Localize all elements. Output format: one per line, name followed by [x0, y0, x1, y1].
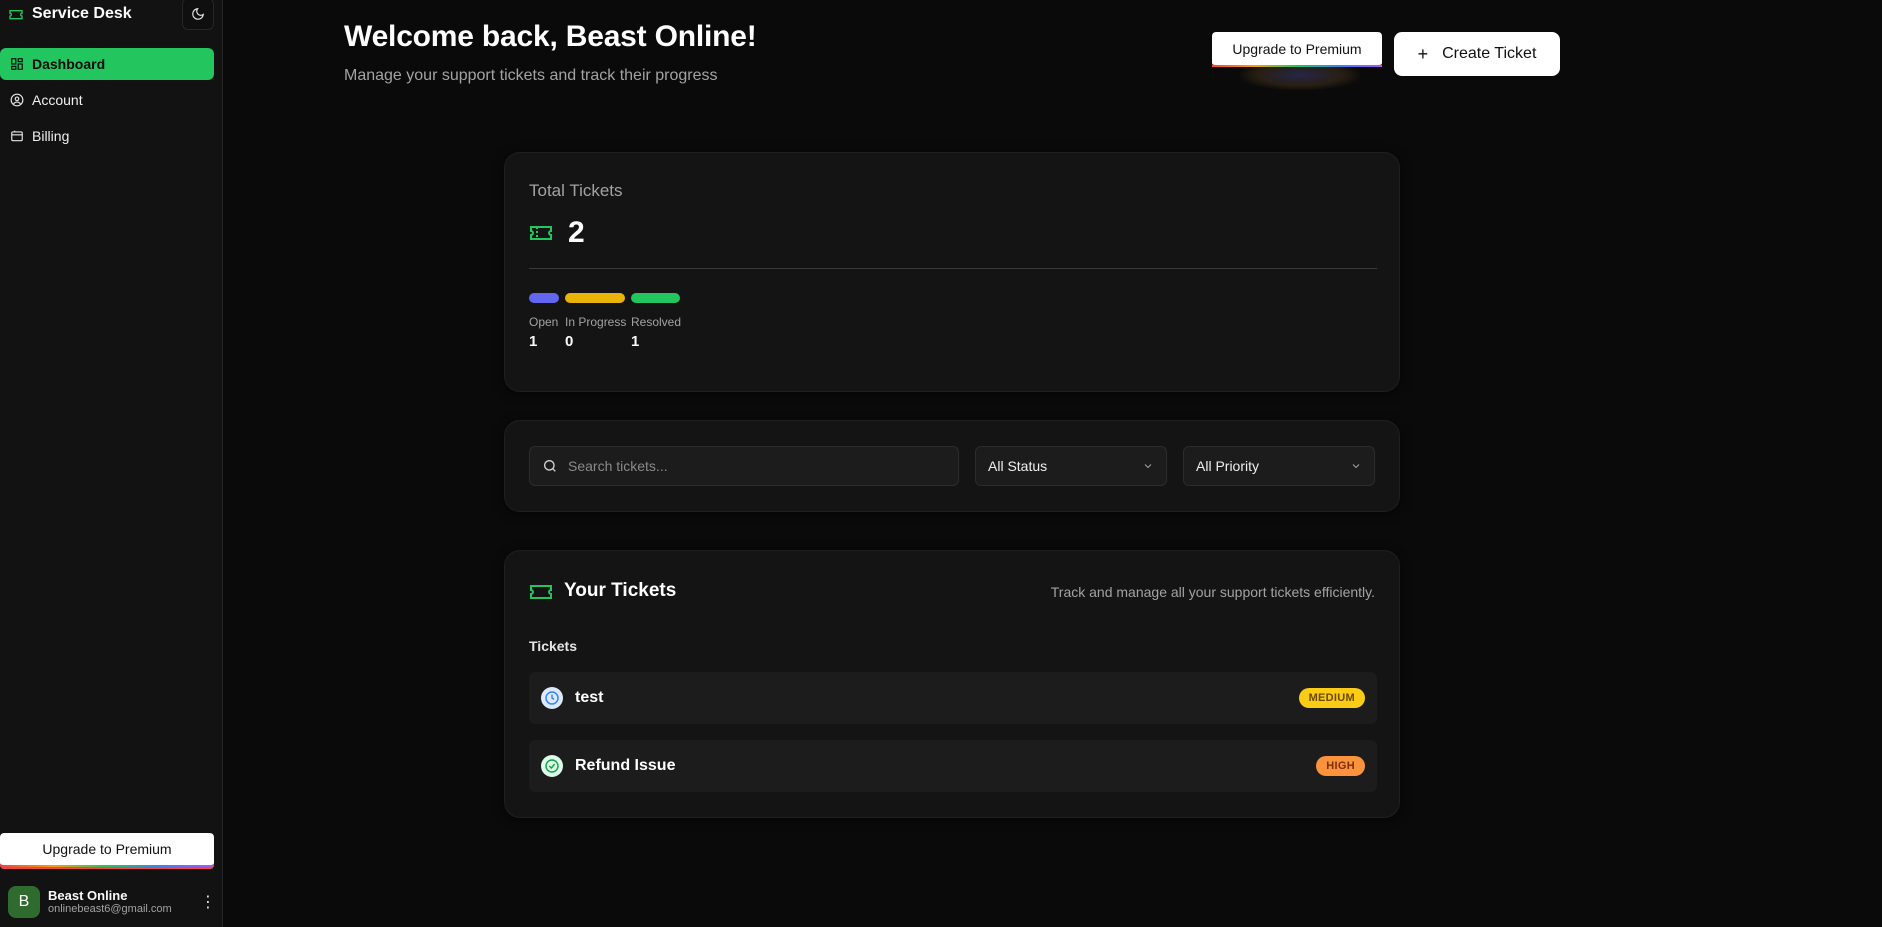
in-progress-label: In Progress [565, 315, 627, 329]
sidebar-item-label: Billing [32, 128, 70, 144]
in-progress-value: 0 [565, 333, 574, 350]
brand-name: Service Desk [32, 5, 132, 22]
priority-filter-select[interactable]: All Priority [1183, 446, 1375, 486]
priority-badge: MEDIUM [1298, 688, 1365, 708]
page-title: Welcome back, Beast Online! [344, 20, 757, 53]
sidebar-item-label: Dashboard [32, 56, 106, 72]
chevron-down-icon [1352, 464, 1360, 469]
moon-icon [192, 8, 204, 20]
ticket-icon [530, 226, 552, 240]
check-circle-icon [541, 755, 563, 777]
ticket-icon [9, 10, 23, 20]
priority-filter-value: All Priority [1196, 458, 1260, 474]
tickets-description: Track and manage all your support ticket… [1050, 584, 1375, 600]
brand[interactable]: Service Desk [8, 2, 132, 26]
avatar: B [8, 886, 40, 918]
search-input[interactable] [568, 458, 948, 474]
sidebar-upgrade-button[interactable]: Upgrade to Premium [0, 833, 214, 867]
priority-badge: HIGH [1316, 756, 1365, 776]
resolved-label: Resolved [631, 315, 682, 329]
user-email: onlinebeast6@gmail.com [48, 903, 172, 916]
user-name: Beast Online [48, 887, 128, 903]
create-ticket-label: Create Ticket [1442, 45, 1537, 62]
ticket-icon [530, 585, 552, 599]
resolved-status-bar [631, 293, 680, 303]
search-icon [544, 460, 556, 472]
chevron-down-icon [1144, 464, 1152, 469]
sidebar-item-dashboard[interactable]: Dashboard [0, 48, 214, 80]
theme-toggle-button[interactable] [182, 0, 214, 30]
filters-card: All Status All Priority [504, 420, 1400, 512]
in-progress-status-bar [565, 293, 625, 303]
user-circle-icon [10, 93, 24, 107]
sidebar-item-account[interactable]: Account [0, 84, 214, 116]
search-box[interactable] [529, 446, 959, 486]
dashboard-icon [11, 58, 23, 70]
create-ticket-button[interactable]: + Create Ticket [1394, 32, 1560, 76]
ticket-title: test [575, 689, 604, 706]
divider [529, 268, 1377, 269]
sidebar-item-billing[interactable]: Billing [0, 120, 214, 152]
ticket-title: Refund Issue [575, 757, 676, 774]
more-options-icon[interactable]: ⋮ [200, 892, 216, 912]
clock-icon [541, 687, 563, 709]
resolved-value: 1 [631, 333, 640, 350]
tickets-card: Your Tickets Track and manage all your s… [504, 550, 1400, 818]
tickets-section-label: Tickets [529, 638, 577, 654]
stats-card: Total Tickets 2 Open In Progress Resolve… [504, 152, 1400, 392]
upgrade-button[interactable]: Upgrade to Premium [1212, 32, 1382, 67]
open-value: 1 [529, 333, 538, 350]
stats-label: Total Tickets [529, 181, 623, 200]
plus-icon: + [1417, 43, 1429, 64]
ticket-row[interactable]: Refund Issue HIGH [529, 740, 1377, 792]
open-label: Open [529, 315, 559, 329]
page-subtitle: Manage your support tickets and track th… [344, 67, 718, 84]
billing-icon [11, 130, 23, 142]
sidebar: Service Desk Dashboard Account Billing U… [0, 0, 223, 927]
sidebar-item-label: Account [32, 92, 83, 108]
open-status-bar [529, 293, 559, 303]
status-filter-value: All Status [988, 458, 1048, 474]
total-tickets-value: 2 [568, 216, 585, 249]
ticket-row[interactable]: test MEDIUM [529, 672, 1377, 724]
tickets-title: Your Tickets [564, 580, 677, 601]
status-filter-select[interactable]: All Status [975, 446, 1167, 486]
user-menu[interactable]: B Beast Online onlinebeast6@gmail.com ⋮ [8, 884, 216, 920]
